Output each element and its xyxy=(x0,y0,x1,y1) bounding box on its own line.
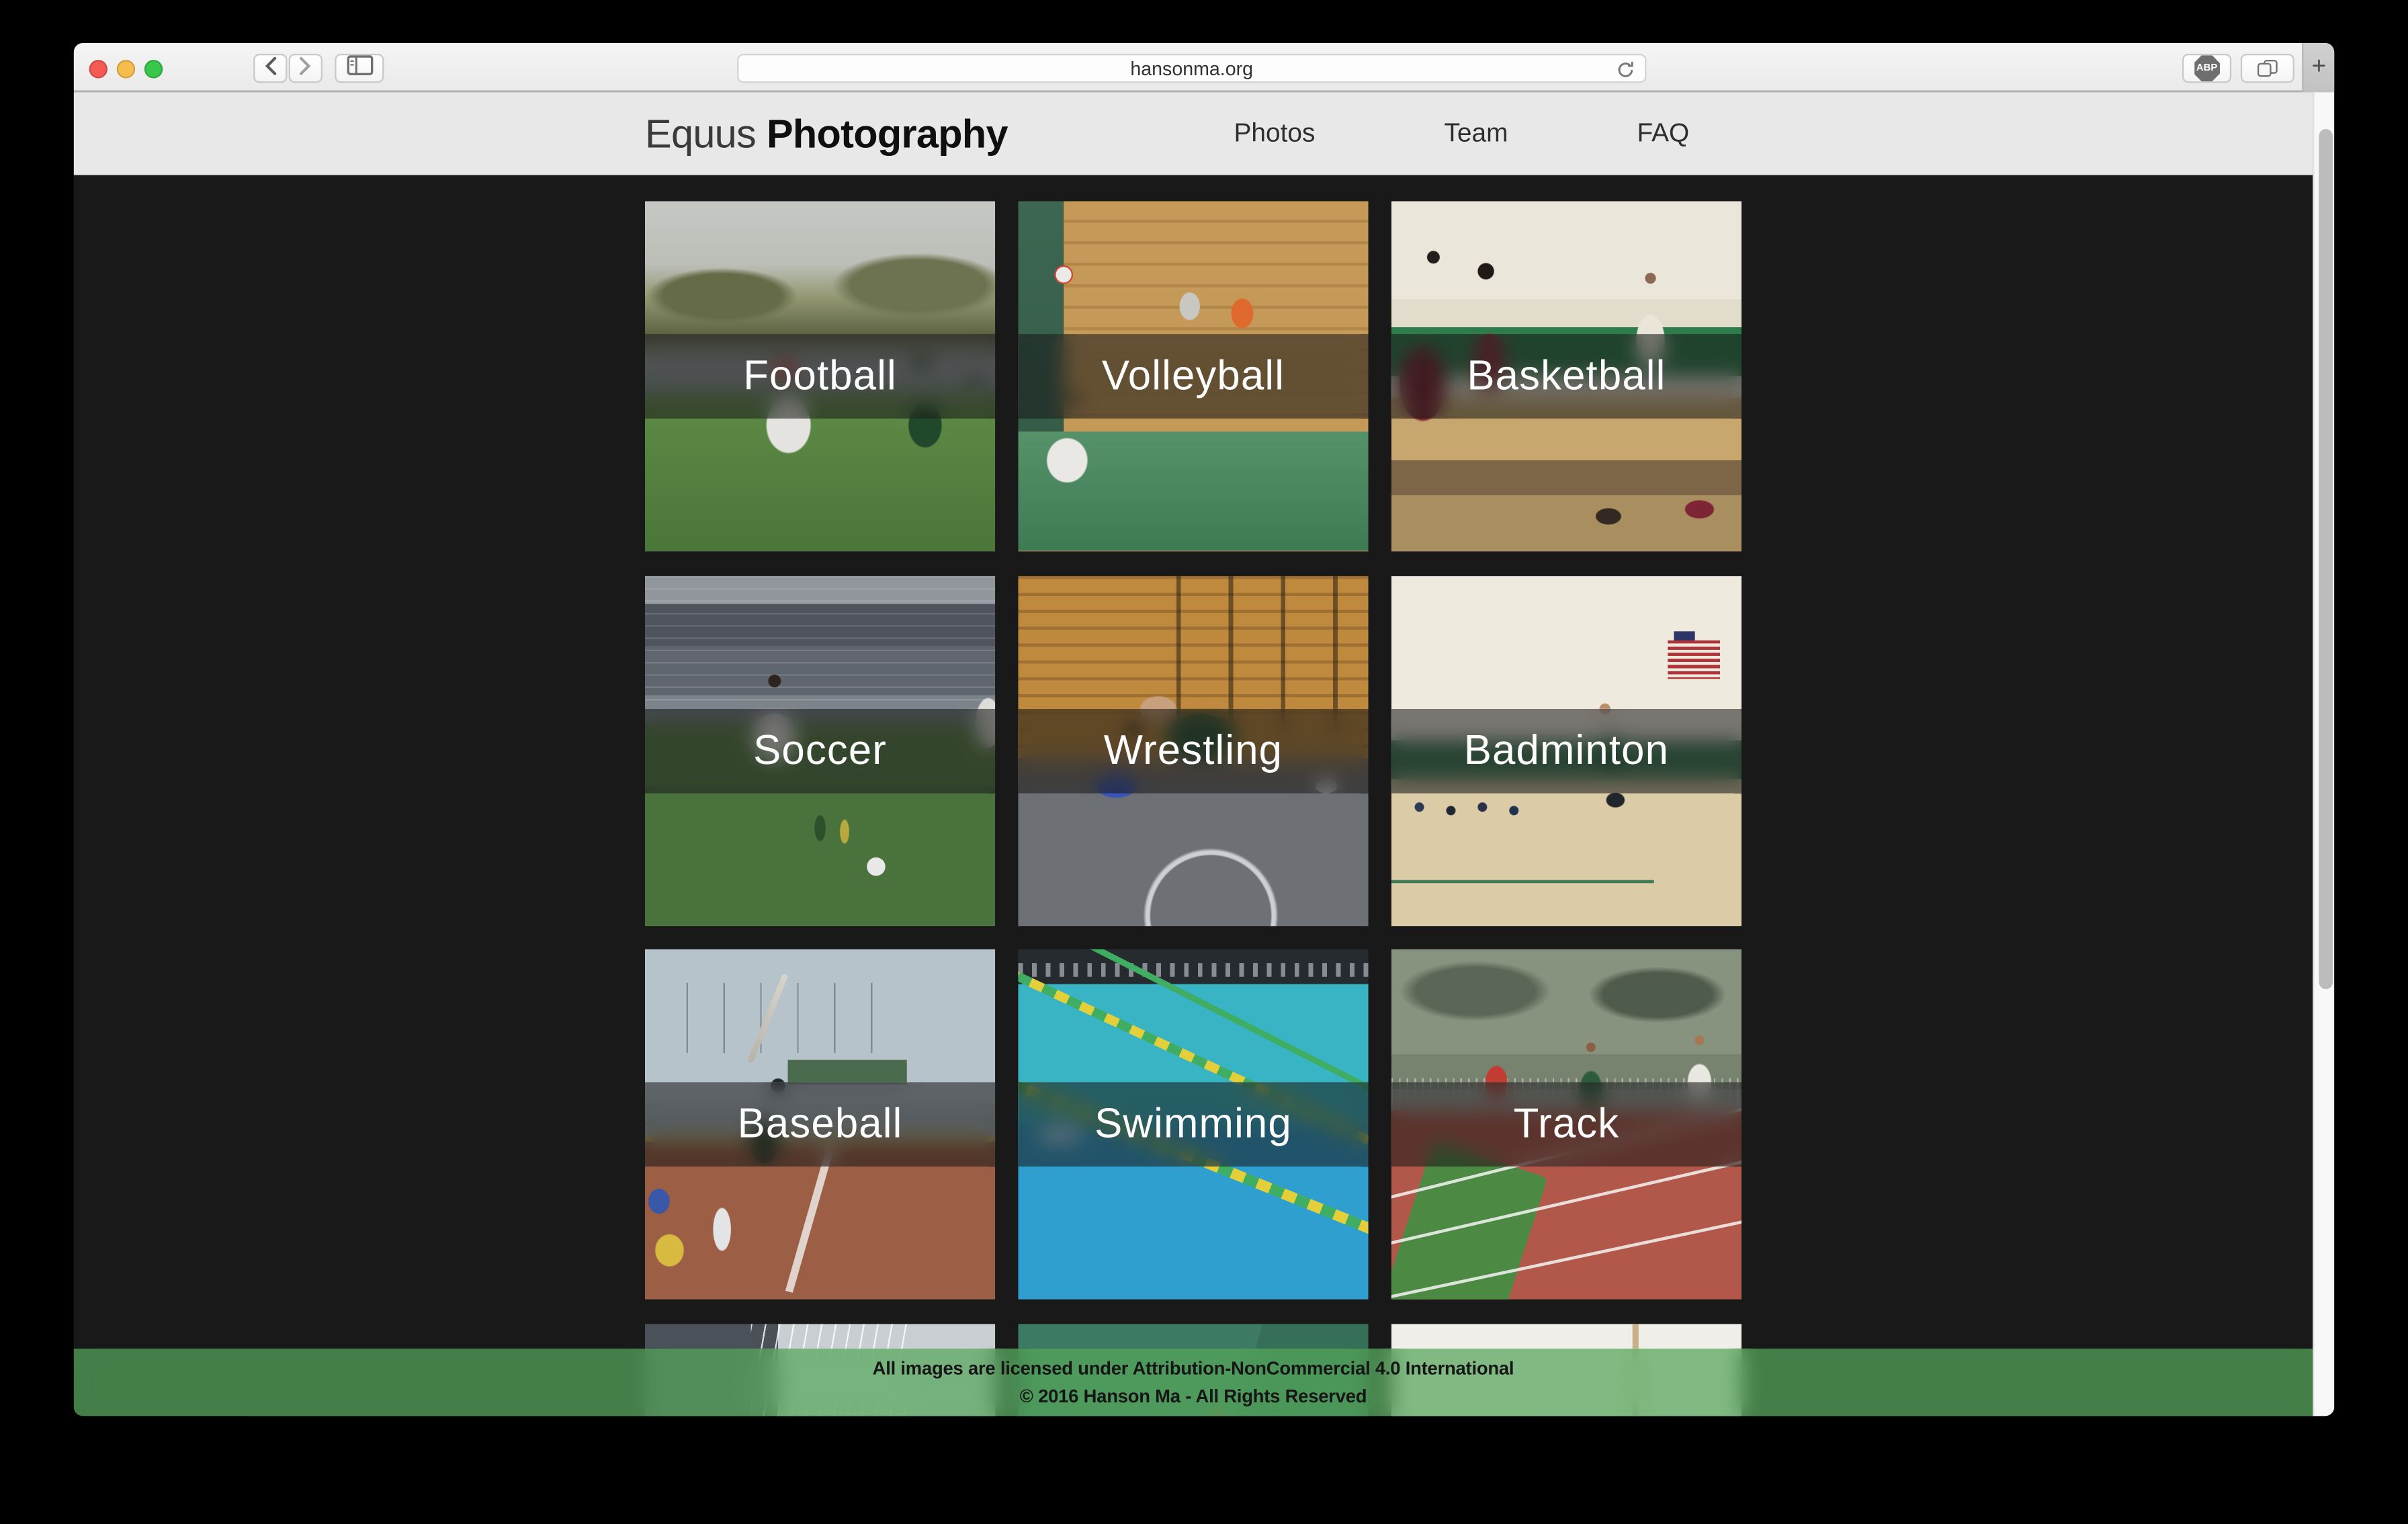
copyright-text: © 2016 Hanson Ma - All Rights Reserved xyxy=(1020,1386,1367,1407)
tile-label: Volleyball xyxy=(1102,353,1285,400)
abp-icon: ABP xyxy=(2194,55,2220,81)
tile-label: Badminton xyxy=(1464,726,1669,774)
nav-link-faq[interactable]: FAQ xyxy=(1637,118,1690,149)
license-text: All images are licensed under Attributio… xyxy=(873,1358,1514,1380)
browser-toolbar: hansonma.org ABP + xyxy=(74,43,2335,92)
forward-button[interactable] xyxy=(289,54,322,83)
tile-label-band: Soccer xyxy=(645,708,995,793)
baseball-bat-shape xyxy=(746,972,788,1063)
category-tile-soccer[interactable]: Soccer xyxy=(645,575,995,925)
main-nav: Photos Team FAQ xyxy=(1234,118,1742,149)
address-bar[interactable]: hansonma.org xyxy=(737,54,1646,83)
site-logo[interactable]: Equus Photography xyxy=(645,110,1008,157)
browser-window: hansonma.org ABP + Equus Photography Pho… xyxy=(74,43,2335,1416)
nav-link-photos[interactable]: Photos xyxy=(1234,118,1316,149)
scrollbar-track[interactable] xyxy=(2313,92,2334,1416)
category-tile-track[interactable]: Track xyxy=(1391,949,1742,1300)
category-tile-volleyball[interactable]: Volleyball xyxy=(1018,201,1368,551)
tile-label: Wrestling xyxy=(1104,726,1283,774)
category-tile-basketball[interactable]: Basketball xyxy=(1391,201,1742,551)
tile-label-band: Track xyxy=(1391,1082,1742,1167)
back-icon xyxy=(264,54,276,82)
adblock-button[interactable]: ABP xyxy=(2182,54,2231,83)
sidebar-icon xyxy=(346,54,372,82)
scrollbar-thumb[interactable] xyxy=(2318,129,2332,989)
tile-label-band: Football xyxy=(645,334,995,419)
site-main: Football Volleyball Basketball Soccer Wr xyxy=(74,175,2313,1416)
tile-label: Soccer xyxy=(753,726,887,774)
tile-label-band: Basketball xyxy=(1391,334,1742,419)
tile-label: Track xyxy=(1514,1101,1620,1148)
tile-label: Swimming xyxy=(1094,1101,1292,1148)
window-controls xyxy=(89,60,163,78)
screen: hansonma.org ABP + Equus Photography Pho… xyxy=(0,0,2408,1523)
back-button[interactable] xyxy=(253,54,287,83)
tile-label-band: Baseball xyxy=(645,1082,995,1167)
nav-link-team[interactable]: Team xyxy=(1445,118,1508,149)
site-footer: All images are licensed under Attributio… xyxy=(74,1349,2313,1416)
category-tile-football[interactable]: Football xyxy=(645,201,995,551)
tile-label-band: Wrestling xyxy=(1018,708,1368,793)
header-container: Equus Photography Photos Team FAQ xyxy=(645,92,1742,175)
url-text: hansonma.org xyxy=(1130,58,1253,79)
tile-label-band: Swimming xyxy=(1018,1082,1368,1167)
zoom-button[interactable] xyxy=(144,60,163,78)
reload-icon[interactable] xyxy=(1616,60,1636,87)
category-tile-badminton[interactable]: Badminton xyxy=(1391,575,1742,925)
brand-space xyxy=(756,110,767,156)
tile-label-band: Volleyball xyxy=(1018,334,1368,419)
site-header: Equus Photography Photos Team FAQ xyxy=(74,92,2313,175)
category-tile-swimming[interactable]: Swimming xyxy=(1018,949,1368,1300)
category-tile-wrestling[interactable]: Wrestling xyxy=(1018,575,1368,925)
brand-light: Equus xyxy=(645,110,756,156)
category-grid: Football Volleyball Basketball Soccer Wr xyxy=(645,201,1742,1416)
tab-overview-icon xyxy=(2258,60,2278,77)
tile-label: Baseball xyxy=(738,1101,903,1148)
minimize-button[interactable] xyxy=(117,60,135,78)
new-tab-button[interactable]: + xyxy=(2302,43,2334,92)
category-tile-baseball[interactable]: Baseball xyxy=(645,949,995,1300)
sidebar-button[interactable] xyxy=(335,54,384,83)
tile-label-band: Badminton xyxy=(1391,708,1742,793)
close-button[interactable] xyxy=(89,60,108,78)
plus-icon: + xyxy=(2312,54,2326,81)
forward-icon xyxy=(300,54,312,82)
tile-label: Basketball xyxy=(1467,353,1666,400)
tile-label: Football xyxy=(743,353,897,400)
brand-bold: Photography xyxy=(767,110,1008,156)
tab-overview-button[interactable] xyxy=(2241,54,2294,83)
